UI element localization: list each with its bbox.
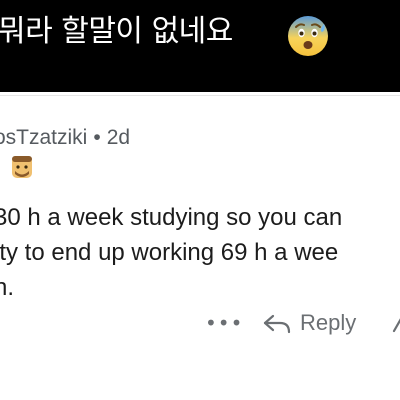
reply-arrow-icon: [263, 314, 291, 334]
more-options-icon[interactable]: •••: [205, 311, 243, 335]
reply-label: Reply: [300, 310, 357, 335]
caption-banner: 뭐라 할말이 없네요: [0, 0, 400, 92]
comment-line: h.: [0, 274, 15, 301]
comment-age: 2d: [106, 126, 131, 149]
username-link[interactable]: osTzatziki: [0, 126, 87, 149]
anxious-face-with-sweat-icon: [288, 16, 328, 56]
comment-meta: osTzatziki • 2d: [0, 126, 130, 152]
comment-card: osTzatziki •2d t 30 h a week studying so …: [0, 96, 400, 400]
face-emoji-icon: [12, 156, 33, 178]
comment-actions: ••• Reply: [0, 303, 400, 343]
meta-separator: •: [93, 126, 101, 149]
user-flair: t: [0, 154, 35, 180]
comment-line: ity to end up working 69 h a wee: [0, 239, 339, 266]
share-icon[interactable]: [390, 313, 400, 335]
comment-body: 30 h a week studying so you can ity to en…: [0, 200, 400, 305]
caption-text: 뭐라 할말이 없네요: [0, 14, 233, 49]
reply-button[interactable]: Reply: [262, 305, 356, 341]
comment-line: 30 h a week studying so you can: [0, 204, 343, 231]
